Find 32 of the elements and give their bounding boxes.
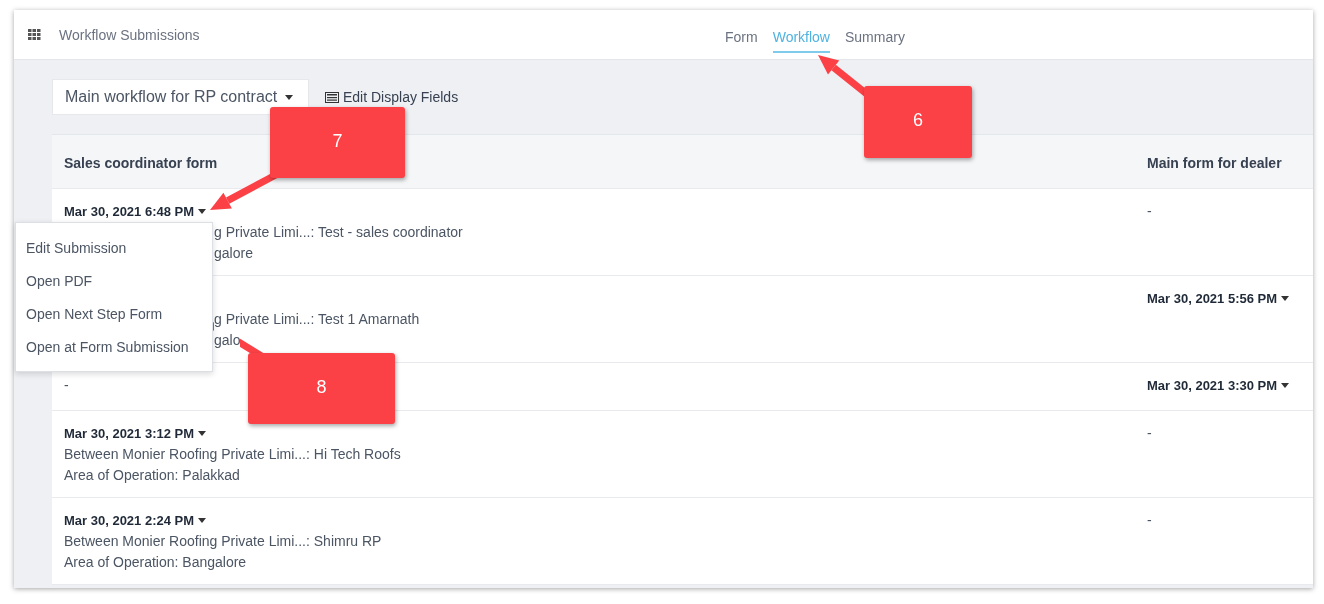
column-header: Main form for dealer (1147, 155, 1282, 172)
empty-value: - (1147, 202, 1152, 221)
menu-item[interactable]: Open at Form Submission (16, 330, 212, 363)
tab[interactable]: Summary (845, 21, 905, 53)
submission-date-dropdown[interactable]: Mar 30, 2021 6:48 PM (64, 201, 207, 222)
tab[interactable]: Form (725, 21, 758, 53)
callout-label: 7 (270, 107, 405, 178)
callout-label: 8 (248, 353, 395, 424)
empty-value: - (1147, 511, 1152, 530)
workflow-select[interactable]: Main workflow for RP contract (52, 79, 309, 115)
menu-item[interactable]: Open PDF (16, 264, 212, 297)
submission-date-dropdown[interactable]: Mar 30, 2021 3:12 PM (64, 423, 207, 444)
callout-label: 6 (864, 86, 972, 158)
caret-icon (285, 94, 294, 100)
submission-date-dropdown[interactable]: Mar 30, 2021 2:24 PM (64, 510, 207, 531)
table-icon (325, 91, 339, 103)
empty-value: - (64, 376, 69, 395)
column-header: Sales coordinator form (64, 155, 218, 172)
caret-icon (1281, 296, 1290, 301)
caret-icon (198, 209, 207, 214)
empty-value: - (1147, 424, 1152, 443)
submission-date-dropdown[interactable]: Mar 30, 2021 5:56 PM (1147, 288, 1290, 309)
caret-icon (198, 431, 207, 436)
submission-date-dropdown[interactable]: Mar 30, 2021 3:30 PM (1147, 375, 1290, 396)
caret-icon (198, 518, 207, 523)
menu-item[interactable]: Open Next Step Form (16, 297, 212, 330)
menu-item[interactable]: Edit Submission (16, 231, 212, 264)
grid-menu-icon[interactable] (28, 29, 41, 40)
page-title: Workflow Submissions (59, 26, 200, 43)
edit-display-fields-button[interactable]: Edit Display Fields (325, 89, 459, 105)
field-text: galo (214, 330, 241, 351)
caret-icon (1281, 383, 1290, 388)
